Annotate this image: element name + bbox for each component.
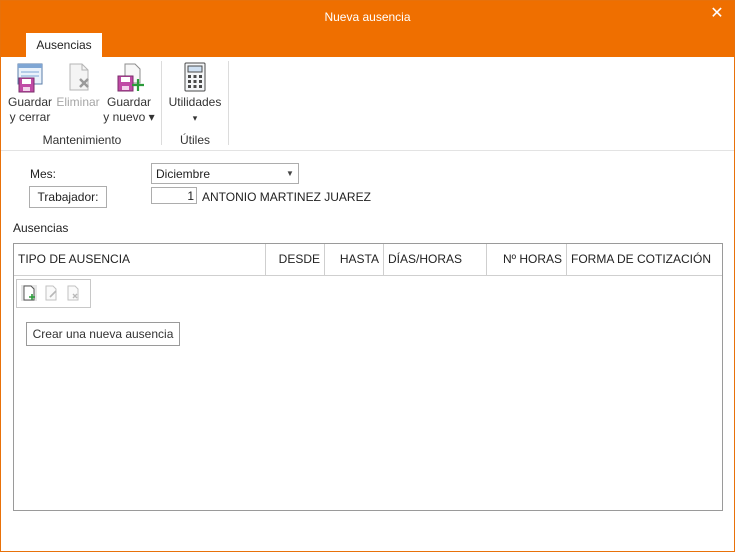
calculator-icon xyxy=(184,62,206,92)
trabajador-button[interactable]: Trabajador: xyxy=(29,186,107,208)
delete-row-icon[interactable] xyxy=(65,285,81,301)
ribbon-separator xyxy=(161,61,162,145)
mes-select[interactable]: Diciembre ▼ xyxy=(151,163,299,184)
save-new-icon xyxy=(117,63,144,92)
save-new-button[interactable]: Guardar y nuevo ▾ xyxy=(102,61,156,125)
trabajador-name: ANTONIO MARTINEZ JUAREZ xyxy=(202,190,371,204)
save-close-label-1: Guardar xyxy=(7,95,53,109)
group-label-mantenimiento: Mantenimiento xyxy=(42,133,122,147)
column-header-tipo[interactable]: TIPO DE AUSENCIA xyxy=(14,244,266,275)
dialog-window: Nueva ausencia ✕ Ausencias Guardar y cer… xyxy=(0,0,735,552)
column-header-n-horas[interactable]: Nº HORAS xyxy=(487,244,567,275)
ausencias-grid: TIPO DE AUSENCIA DESDE HASTA DÍAS/HORAS … xyxy=(13,243,723,511)
trabajador-id-input[interactable]: 1 xyxy=(151,187,197,204)
delete-button[interactable]: Eliminar xyxy=(55,61,101,110)
column-header-desde[interactable]: DESDE xyxy=(266,244,325,275)
ribbon-separator xyxy=(228,61,229,145)
save-close-icon xyxy=(17,63,43,93)
edit-row-icon[interactable] xyxy=(43,285,59,301)
mes-label: Mes: xyxy=(30,167,57,181)
save-close-button[interactable]: Guardar y cerrar xyxy=(7,61,53,125)
save-close-label-2: y cerrar xyxy=(9,110,51,124)
grid-toolbar xyxy=(16,279,91,308)
column-header-dias-horas[interactable]: DÍAS/HORAS xyxy=(384,244,487,275)
group-label-utiles: Útiles xyxy=(179,133,210,147)
create-absence-button[interactable]: Crear una nueva ausencia xyxy=(26,322,180,346)
chevron-down-icon[interactable]: ▼ xyxy=(282,164,298,183)
section-label-ausencias: Ausencias xyxy=(13,221,69,235)
ribbon: Guardar y cerrar Eliminar Guardar y nuev… xyxy=(1,57,734,151)
mes-value: Diciembre xyxy=(156,167,211,181)
form-area: Mes: Diciembre ▼ Trabajador: 1 ANTONIO M… xyxy=(1,151,734,551)
utilidades-button[interactable]: Utilidades ▾ xyxy=(167,61,223,126)
delete-document-icon xyxy=(69,63,89,91)
title-bar: Nueva ausencia ✕ xyxy=(1,1,734,32)
column-header-forma-cotizacion[interactable]: FORMA DE COTIZACIÓN xyxy=(567,244,722,275)
window-title: Nueva ausencia xyxy=(324,10,411,24)
grid-header: TIPO DE AUSENCIA DESDE HASTA DÍAS/HORAS … xyxy=(14,244,722,276)
utilidades-dropdown-icon: ▾ xyxy=(192,113,198,123)
ribbon-tabstrip: Ausencias xyxy=(1,32,734,57)
tab-ausencias[interactable]: Ausencias xyxy=(26,33,102,57)
close-icon[interactable]: ✕ xyxy=(708,5,726,23)
save-new-label-1: Guardar xyxy=(106,95,152,109)
save-new-label-2: y nuevo ▾ xyxy=(103,110,155,124)
utilidades-label: Utilidades xyxy=(168,95,222,109)
delete-label: Eliminar xyxy=(56,95,100,109)
column-header-hasta[interactable]: HASTA xyxy=(325,244,384,275)
new-row-icon[interactable] xyxy=(21,285,37,301)
